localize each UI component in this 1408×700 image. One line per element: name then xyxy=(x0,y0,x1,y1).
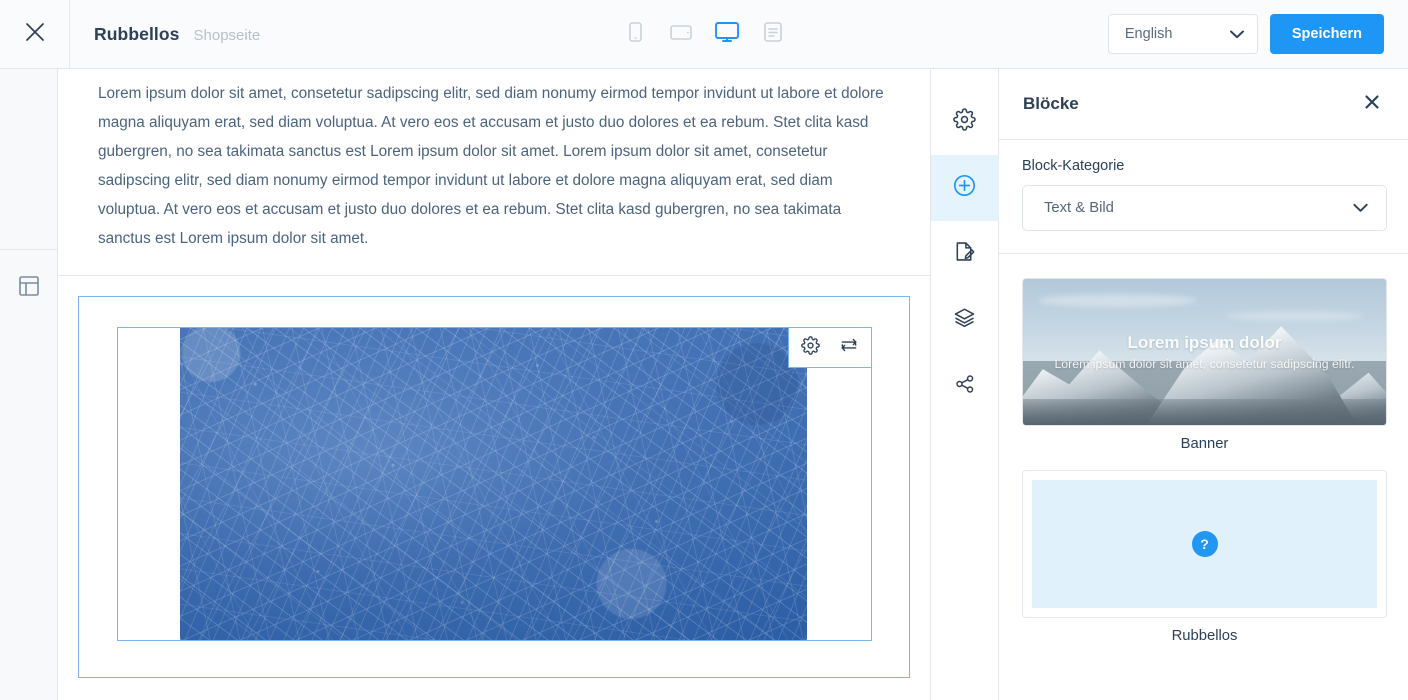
device-mobile-button[interactable] xyxy=(618,17,652,51)
device-list-button[interactable] xyxy=(756,17,790,51)
right-area: Blöcke Block-Kategorie Text & Bild Lorem… xyxy=(930,69,1408,700)
gear-icon xyxy=(801,335,820,360)
left-gutter xyxy=(0,69,58,700)
language-select[interactable]: English xyxy=(1107,14,1258,54)
panel-title: Blöcke xyxy=(1023,94,1079,113)
gear-icon xyxy=(953,108,976,136)
close-editor-button[interactable] xyxy=(0,0,69,68)
chevron-down-icon xyxy=(1353,201,1368,216)
tablet-icon xyxy=(668,21,694,48)
plus-circle-icon xyxy=(952,173,977,203)
image-floating-toolbar xyxy=(787,327,872,368)
rail-item-share[interactable] xyxy=(931,353,999,419)
block-category-select[interactable]: Text & Bild xyxy=(1022,185,1387,231)
canvas-image-block-wrapper xyxy=(58,276,930,700)
image-right-spacer xyxy=(806,328,871,640)
ice-texture-image[interactable] xyxy=(179,328,807,640)
rail-item-layers[interactable] xyxy=(931,287,999,353)
block-label-banner: Banner xyxy=(1180,436,1229,452)
block-card-banner: Lorem ipsum dolor Lorem ipsum dolor sit … xyxy=(1022,278,1387,452)
top-bar: Rubbellos Shopseite English Speichern xyxy=(0,0,1408,69)
page-subtitle: Shopseite xyxy=(193,26,261,44)
rail-item-add-block[interactable] xyxy=(930,155,999,221)
banner-overlay-subtext: Lorem ipsum dolor sit amet, consetetur s… xyxy=(1054,357,1355,371)
block-list: Lorem ipsum dolor Lorem ipsum dolor sit … xyxy=(999,254,1408,700)
panel-icon-rail xyxy=(930,69,999,700)
block-thumb-rubbellos[interactable]: ? xyxy=(1022,470,1387,618)
document-list-icon xyxy=(761,20,785,49)
close-icon xyxy=(1364,94,1380,115)
banner-overlay-text: Lorem ipsum dolor Lorem ipsum dolor sit … xyxy=(1023,279,1386,425)
device-preview-switcher xyxy=(618,17,790,51)
edit-document-icon xyxy=(953,240,976,268)
layers-icon xyxy=(953,306,976,334)
block-label-rubbellos: Rubbellos xyxy=(1171,628,1238,644)
rail-item-settings[interactable] xyxy=(931,89,999,155)
question-badge-icon: ? xyxy=(1191,531,1218,557)
gutter-cell-text-block xyxy=(0,69,57,250)
save-button[interactable]: Speichern xyxy=(1269,14,1384,54)
block-category-section: Block-Kategorie Text & Bild xyxy=(999,140,1408,254)
topbar-actions: English Speichern xyxy=(1107,14,1384,54)
desktop-icon xyxy=(713,20,741,49)
close-icon xyxy=(22,19,48,50)
panel-close-button[interactable] xyxy=(1364,94,1380,115)
canvas-paragraph: Lorem ipsum dolor sit amet, consetetur s… xyxy=(98,85,884,247)
title-group: Rubbellos Shopseite xyxy=(70,24,260,45)
layout-template-icon xyxy=(18,275,40,302)
rail-item-edit-page[interactable] xyxy=(931,221,999,287)
banner-overlay-heading: Lorem ipsum dolor xyxy=(1127,333,1282,352)
language-value: English xyxy=(1124,26,1173,42)
image-replace-button[interactable] xyxy=(833,332,865,364)
device-tablet-button[interactable] xyxy=(664,17,698,51)
image-inner-frame[interactable] xyxy=(116,327,872,641)
swap-replace-icon xyxy=(839,335,859,360)
mobile-icon xyxy=(625,21,645,48)
blocks-panel: Blöcke Block-Kategorie Text & Bild Lorem… xyxy=(999,69,1408,700)
image-left-spacer xyxy=(117,328,180,640)
share-icon xyxy=(954,373,976,400)
page-builder-app: Rubbellos Shopseite English Speichern Lo… xyxy=(0,0,1408,700)
body-row: Lorem ipsum dolor sit amet, consetetur s… xyxy=(0,69,1408,700)
selected-block-outline[interactable] xyxy=(78,296,910,678)
gutter-cell-layout[interactable] xyxy=(0,250,57,700)
block-category-value: Text & Bild xyxy=(1044,200,1114,216)
block-category-label: Block-Kategorie xyxy=(1022,158,1125,174)
block-card-rubbellos: ? Rubbellos xyxy=(1022,470,1387,644)
panel-header: Blöcke xyxy=(999,69,1408,140)
block-thumb-banner[interactable]: Lorem ipsum dolor Lorem ipsum dolor sit … xyxy=(1022,278,1387,426)
device-desktop-button[interactable] xyxy=(710,17,744,51)
rubbellos-placeholder-area: ? xyxy=(1032,480,1377,608)
canvas-text-block[interactable]: Lorem ipsum dolor sit amet, consetetur s… xyxy=(58,69,930,276)
editor-canvas: Lorem ipsum dolor sit amet, consetetur s… xyxy=(58,69,930,700)
chevron-down-icon xyxy=(1229,27,1244,42)
page-title: Rubbellos xyxy=(94,23,180,44)
image-settings-button[interactable] xyxy=(795,332,827,364)
